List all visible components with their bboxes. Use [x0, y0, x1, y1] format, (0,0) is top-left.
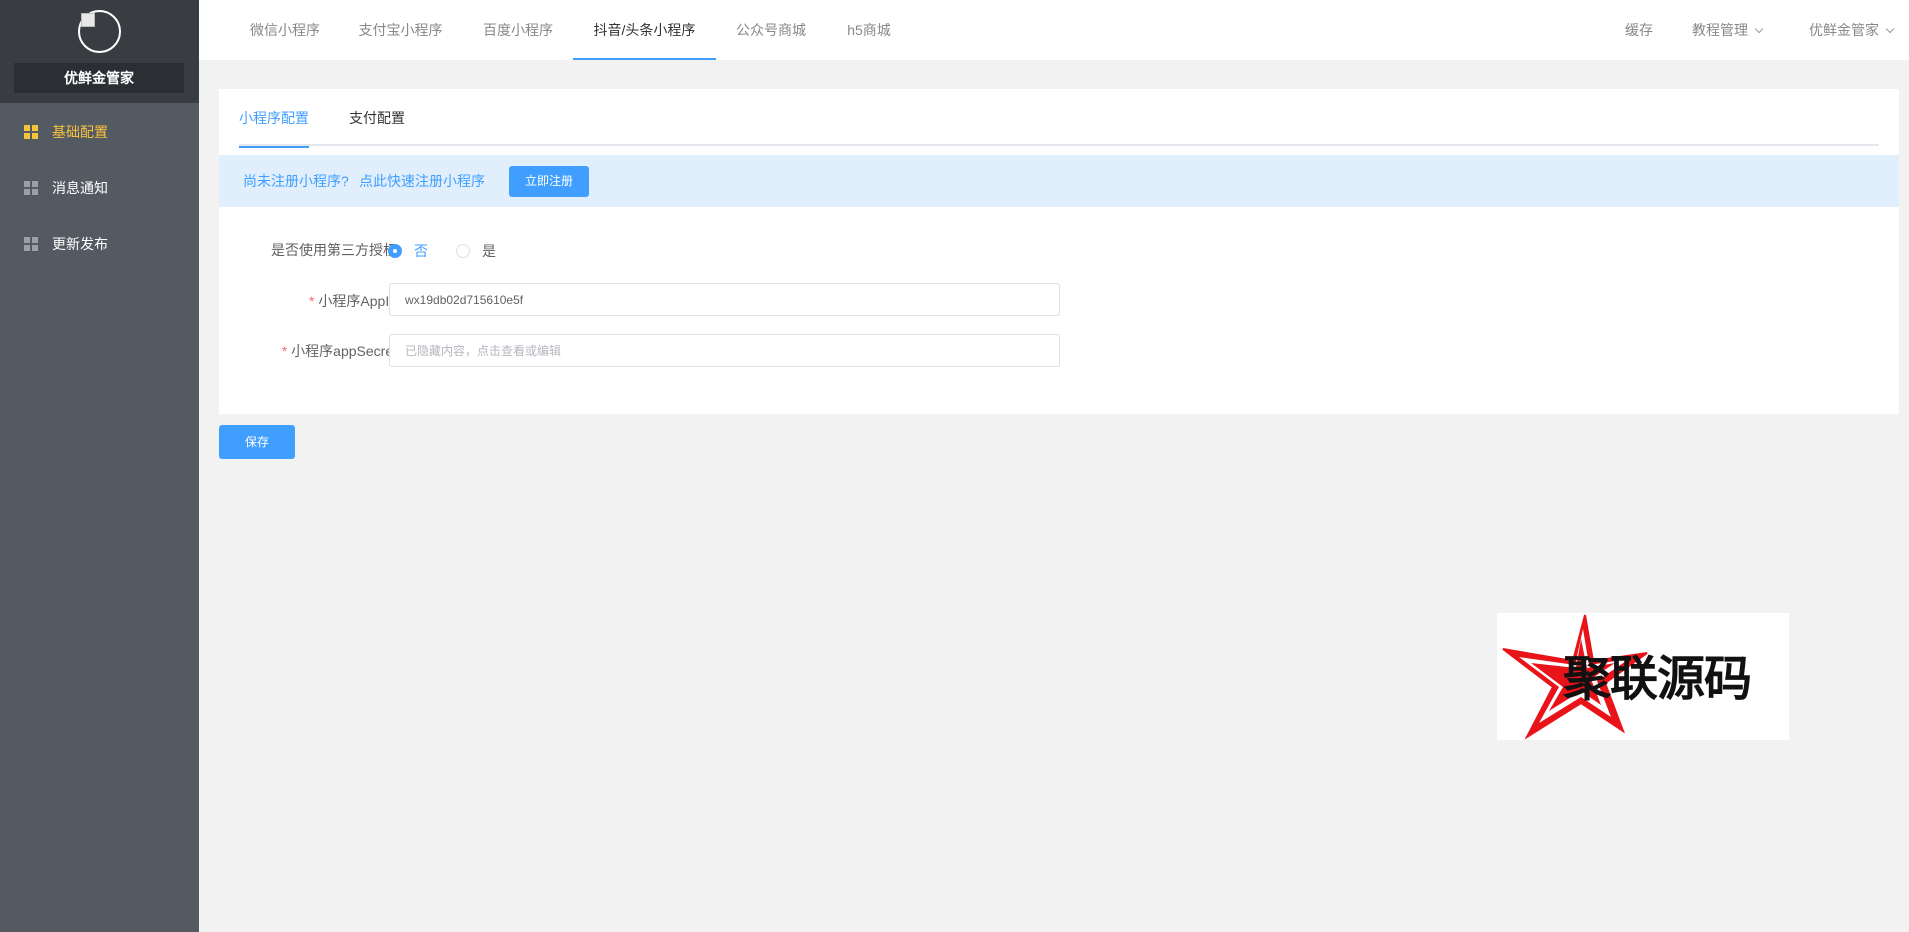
subtab-miniprogram-config[interactable]: 小程序配置	[239, 89, 309, 148]
notice-text: 尚未注册小程序?	[243, 173, 349, 189]
sidebar: 优鲜金管家 基础配置 消息通知 更新发布	[0, 0, 199, 932]
secret-label-text: 小程序appSecret	[291, 343, 397, 359]
radio-no[interactable]: 否	[388, 241, 428, 261]
sidebar-item-label: 基础配置	[52, 124, 108, 140]
grid-icon	[24, 237, 38, 251]
grid-icon	[24, 181, 38, 195]
watermark-text: 聚联源码	[1563, 651, 1752, 707]
appid-label: * 小程序AppId	[237, 291, 397, 311]
secret-label: * 小程序appSecret	[237, 341, 397, 361]
tab-wechat[interactable]: 微信小程序	[249, 0, 321, 60]
chevron-down-icon	[1885, 24, 1895, 34]
subtab-payment-config[interactable]: 支付配置	[349, 89, 405, 146]
radio-yes-label: 是	[482, 243, 496, 259]
required-mark: *	[308, 293, 315, 309]
register-button[interactable]: 立即注册	[509, 166, 589, 197]
tutorial-menu[interactable]: 教程管理	[1692, 0, 1764, 60]
required-mark: *	[281, 343, 288, 359]
sidebar-header: 优鲜金管家	[0, 0, 199, 103]
chevron-down-icon	[1754, 24, 1764, 34]
tab-official-account[interactable]: 公众号商城	[735, 0, 807, 60]
sidebar-item-release[interactable]: 更新发布	[0, 216, 199, 272]
tab-alipay[interactable]: 支付宝小程序	[358, 0, 443, 60]
save-button[interactable]: 保存	[219, 425, 295, 459]
app-secret-input[interactable]	[389, 334, 1060, 367]
tab-douyin[interactable]: 抖音/头条小程序	[573, 0, 716, 60]
sidebar-item-label: 消息通知	[52, 180, 108, 196]
tab-h5[interactable]: h5商城	[846, 0, 892, 60]
shop-name: 优鲜金管家	[14, 63, 184, 93]
radio-dot	[388, 244, 402, 258]
quick-register-link[interactable]: 点此快速注册小程序	[359, 155, 485, 207]
top-nav: 微信小程序 支付宝小程序 百度小程序 抖音/头条小程序 公众号商城 h5商城 缓…	[199, 0, 1909, 60]
tutorial-menu-label: 教程管理	[1692, 22, 1748, 38]
user-menu-label: 优鲜金管家	[1809, 22, 1879, 38]
appid-label-text: 小程序AppId	[318, 293, 397, 309]
sidebar-item-label: 更新发布	[52, 236, 108, 252]
register-notice: 尚未注册小程序? 点此快速注册小程序 立即注册	[219, 155, 1899, 207]
sidebar-item-notifications[interactable]: 消息通知	[0, 160, 199, 216]
radio-dot	[456, 244, 470, 258]
watermark-logo: 聚联源码	[1497, 613, 1789, 740]
tab-baidu[interactable]: 百度小程序	[482, 0, 554, 60]
cache-link[interactable]: 缓存	[1625, 0, 1653, 60]
radio-yes[interactable]: 是	[456, 241, 496, 261]
appid-input[interactable]	[389, 283, 1060, 316]
sidebar-item-basic-config[interactable]: 基础配置	[0, 104, 199, 160]
grid-icon	[24, 125, 38, 139]
third-party-auth-label: 是否使用第三方授权	[271, 242, 397, 258]
avatar[interactable]	[78, 10, 121, 53]
config-panel: 小程序配置 支付配置 尚未注册小程序? 点此快速注册小程序 立即注册 是否使用第…	[219, 89, 1899, 414]
user-menu[interactable]: 优鲜金管家	[1809, 0, 1895, 60]
radio-no-label: 否	[414, 243, 428, 259]
config-subtabs: 小程序配置 支付配置	[239, 89, 1879, 148]
